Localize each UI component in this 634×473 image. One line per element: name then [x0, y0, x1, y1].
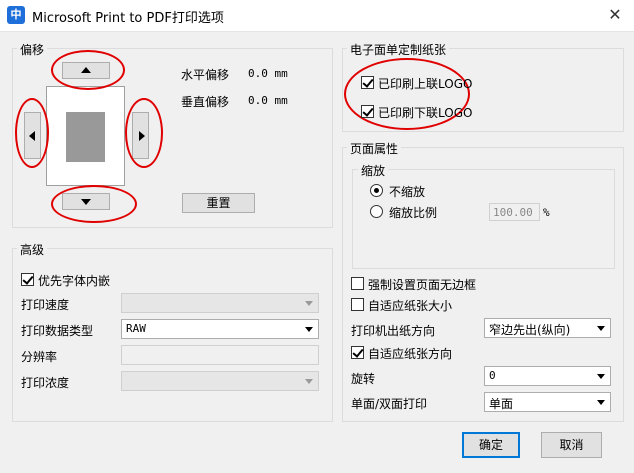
annotation-circle-left [15, 98, 49, 168]
auto-fit-size-checkbox[interactable] [351, 298, 364, 311]
force-borderless-label: 强制设置页面无边框 [368, 278, 477, 292]
no-zoom-label: 不缩放 [389, 185, 426, 199]
page-props-legend: 页面属性 [347, 140, 402, 157]
chevron-down-icon [305, 301, 313, 306]
print-data-type-select[interactable]: RAW [121, 319, 319, 339]
chevron-down-icon [597, 400, 605, 405]
force-borderless-checkbox[interactable] [351, 277, 364, 290]
print-area-preview [66, 112, 105, 162]
vertical-offset-value: 0.0 mm [248, 94, 288, 107]
annotation-circle-up [51, 50, 125, 90]
reset-button[interactable]: 重置 [182, 193, 255, 213]
advanced-legend: 高级 [17, 241, 48, 258]
offset-legend: 偏移 [17, 41, 48, 58]
zoom-ratio-radio[interactable] [370, 205, 383, 218]
print-density-select[interactable] [121, 371, 319, 391]
prefer-font-embed-checkbox[interactable] [21, 273, 34, 286]
horizontal-offset-label: 水平偏移 [181, 68, 230, 82]
rotate-select[interactable]: 0 [484, 366, 611, 386]
print-bottom-logo-checkbox[interactable] [361, 105, 374, 118]
eticket-legend: 电子面单定制纸张 [347, 41, 450, 58]
print-data-type-label: 打印数据类型 [21, 324, 94, 338]
zoom-legend: 缩放 [358, 162, 389, 179]
print-top-logo-label: 已印刷上联LOGO [378, 77, 473, 91]
print-density-label: 打印浓度 [21, 376, 70, 390]
auto-fit-direction-label: 自适应纸张方向 [368, 347, 453, 361]
duplex-label: 单面/双面打印 [351, 397, 428, 411]
zoom-ratio-input[interactable]: 100.00 [489, 203, 540, 221]
chevron-down-icon [597, 374, 605, 379]
resolution-field[interactable] [121, 345, 319, 365]
rotate-label: 旋转 [351, 372, 376, 386]
feed-direction-select[interactable]: 窄边先出(纵向) [484, 318, 611, 338]
duplex-select[interactable]: 单面 [484, 392, 611, 412]
resolution-label: 分辨率 [21, 350, 58, 364]
ok-button[interactable]: 确定 [462, 432, 520, 458]
no-zoom-radio[interactable] [370, 184, 383, 197]
zoom-ratio-label: 缩放比例 [389, 206, 438, 220]
chevron-down-icon [305, 379, 313, 384]
chevron-down-icon [597, 326, 605, 331]
annotation-circle-right [125, 98, 163, 168]
print-speed-label: 打印速度 [21, 298, 70, 312]
annotation-circle-down [51, 185, 137, 223]
print-speed-select[interactable] [121, 293, 319, 313]
close-icon[interactable]: ✕ [600, 3, 630, 27]
chevron-down-icon [305, 327, 313, 332]
horizontal-offset-value: 0.0 mm [248, 67, 288, 80]
window-title: Microsoft Print to PDF打印选项 [32, 11, 224, 26]
auto-fit-size-label: 自适应纸张大小 [368, 299, 453, 313]
cancel-button[interactable]: 取消 [541, 432, 602, 458]
feed-direction-label: 打印机出纸方向 [351, 324, 436, 338]
app-icon: 中 [7, 6, 25, 24]
print-top-logo-checkbox[interactable] [361, 76, 374, 89]
prefer-font-embed-label: 优先字体内嵌 [38, 274, 111, 288]
auto-fit-direction-checkbox[interactable] [351, 346, 364, 359]
zoom-unit: % [543, 206, 550, 219]
print-bottom-logo-label: 已印刷下联LOGO [378, 106, 473, 120]
vertical-offset-label: 垂直偏移 [181, 95, 230, 109]
